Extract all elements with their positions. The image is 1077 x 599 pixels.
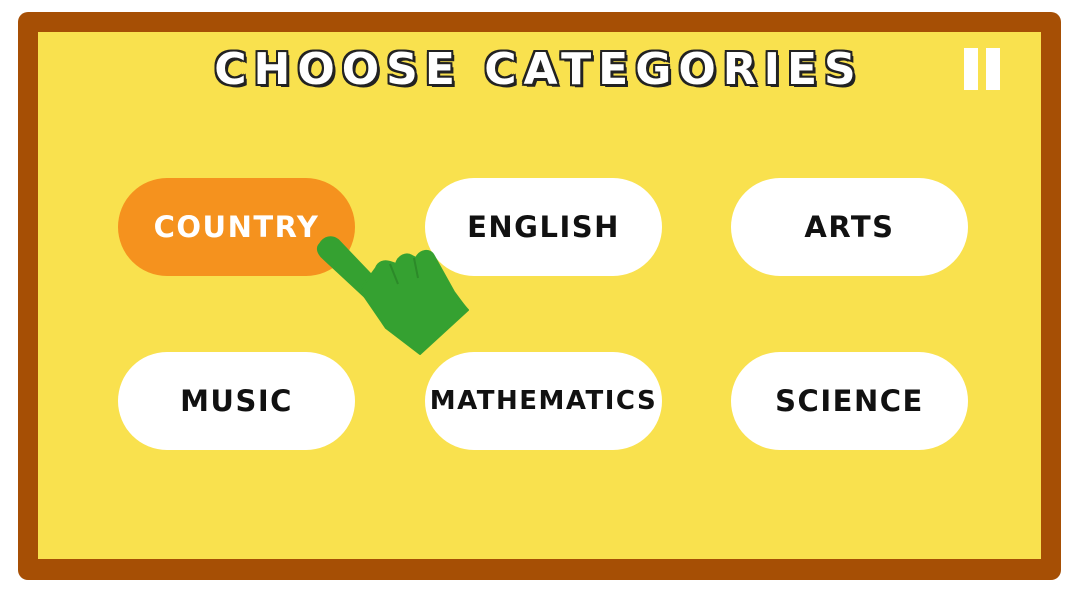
page-title: CHOOSE CATEGORIES [214, 44, 863, 95]
category-label: MUSIC [180, 384, 293, 418]
category-label: ENGLISH [467, 210, 620, 244]
category-label: COUNTRY [153, 210, 320, 244]
category-label: MATHEMATICS [429, 386, 658, 416]
category-label: SCIENCE [775, 384, 924, 418]
category-button-arts[interactable]: ARTS [731, 178, 968, 276]
category-button-science[interactable]: SCIENCE [731, 352, 968, 450]
board-panel [38, 32, 1041, 559]
pause-button[interactable] [958, 44, 1008, 96]
pause-icon-bar [986, 48, 1000, 90]
category-button-mathematics[interactable]: MATHEMATICS [425, 352, 662, 450]
category-button-music[interactable]: MUSIC [118, 352, 355, 450]
category-label: ARTS [804, 210, 895, 244]
pause-icon [964, 48, 978, 90]
pointing-hand-icon [316, 236, 469, 355]
